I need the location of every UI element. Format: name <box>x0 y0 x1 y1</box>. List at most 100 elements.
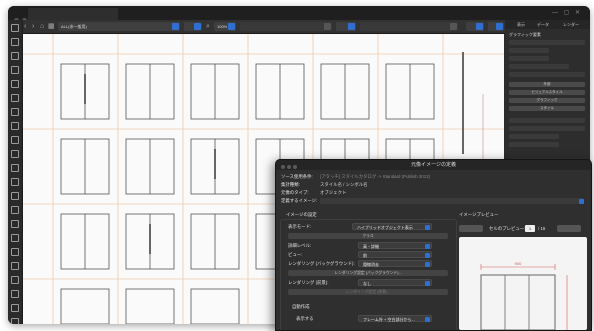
tab-data[interactable]: データ <box>537 22 549 28</box>
settings-heading: イメージの設定 <box>286 212 317 217</box>
chevron-down-icon <box>425 224 430 230</box>
detail-level-select[interactable]: 高・詳細 <box>358 242 432 249</box>
line-tool-icon[interactable] <box>11 290 19 298</box>
back-icon[interactable]: ‹ <box>24 23 31 30</box>
panel-row[interactable] <box>509 40 585 45</box>
panel-button[interactable]: 外部 <box>509 82 585 87</box>
class-button[interactable]: クラス <box>288 233 448 239</box>
rendering-bg-select[interactable]: 隠線消去 <box>358 260 432 267</box>
panel-row[interactable] <box>509 56 549 61</box>
frame-label: 表示する <box>296 316 314 321</box>
zoom-dropdown[interactable]: 100% <box>214 22 236 31</box>
dimension-dropdown[interactable] <box>488 22 504 31</box>
column-tool-icon[interactable] <box>11 66 19 74</box>
image-preview: 900 <box>459 237 587 330</box>
layers-icon[interactable]: ▦ <box>48 23 55 30</box>
label-tool-icon[interactable] <box>11 262 19 270</box>
chevron-down-icon <box>348 23 355 30</box>
arrow-tool-icon[interactable] <box>11 24 19 32</box>
snap-dropdown[interactable] <box>184 22 202 31</box>
home-icon[interactable]: ⌂ <box>40 23 47 30</box>
preview-cell-input[interactable]: 1 <box>525 225 535 232</box>
display-mode-value: ハイブリッドオブジェクト表示 <box>357 225 413 230</box>
window-size-controls[interactable]: — ▢ ✕ <box>552 9 582 16</box>
panel-row[interactable] <box>509 72 585 77</box>
chevron-down-icon <box>324 23 331 30</box>
slab-tool-icon[interactable] <box>11 94 19 102</box>
pen-set-dropdown[interactable] <box>240 22 332 31</box>
panel-tabs: 表示 データ レンダー <box>505 20 590 29</box>
chevron-down-icon <box>425 261 430 267</box>
chevron-down-icon <box>172 23 179 30</box>
fill-tool-icon[interactable] <box>11 276 19 284</box>
dialog-window-controls[interactable] <box>281 163 299 173</box>
layer-dropdown[interactable]: ALL(非一般用) <box>58 22 180 31</box>
dialog-title: 元像イメージの定義 <box>411 162 456 168</box>
door-tool-icon[interactable] <box>11 136 19 144</box>
source-label: ソース使用条件: <box>281 174 313 179</box>
dimension-tool-icon[interactable] <box>11 234 19 242</box>
view-select[interactable]: 前 <box>358 251 432 258</box>
define-image-dropdown[interactable] <box>320 198 584 204</box>
arc-tool-icon[interactable] <box>11 304 19 312</box>
chevron-down-icon <box>579 198 584 204</box>
dialog-title-bar: 元像イメージの定義 <box>276 160 591 170</box>
polyline-tool-icon[interactable] <box>11 318 19 324</box>
chevron-down-icon <box>425 252 430 258</box>
view-option-dropdown[interactable] <box>336 22 356 31</box>
frame-select[interactable]: フレーム外 + 空白部分から... <box>358 315 432 322</box>
define-image-dialog: 元像イメージの定義 ソース使用条件: [アタッチ] スタイルカタログ -> St… <box>275 159 592 331</box>
display-mode-select[interactable]: ハイブリッドオブジェクト表示 <box>352 223 432 230</box>
detail-level-value: 高・詳細 <box>363 244 379 249</box>
stair-tool-icon[interactable] <box>11 164 19 172</box>
preview-elevation: 900 <box>480 261 568 330</box>
kind-value: スタイル名 / シンボル名 <box>320 182 368 187</box>
rendering-fg-select[interactable]: なし <box>358 279 432 286</box>
forward-icon[interactable]: › <box>32 23 39 30</box>
tab-display[interactable]: 表示 <box>517 22 525 28</box>
marquee-tool-icon[interactable] <box>11 38 19 46</box>
rendering-bg-settings-button[interactable]: レンダリング設定 (バックグラウンド)... <box>288 270 448 276</box>
panel-row[interactable] <box>509 126 585 131</box>
rendering-bg-value: 隠線消去 <box>363 262 379 267</box>
object-tool-icon[interactable] <box>11 192 19 200</box>
next-cell-button[interactable] <box>557 225 581 232</box>
magnifier-icon[interactable]: ⌕ <box>206 23 213 30</box>
layer-dropdown-value: ALL(非一般用) <box>61 24 87 29</box>
panel-row[interactable] <box>509 48 549 53</box>
panel-section-title: グラフィック要素 <box>509 32 541 37</box>
tool-palette <box>8 20 23 324</box>
model-view-dropdown[interactable] <box>360 22 458 31</box>
roof-tool-icon[interactable] <box>11 108 19 116</box>
wall-tool-icon[interactable] <box>11 52 19 60</box>
scale-dropdown[interactable] <box>466 22 484 31</box>
display-mode-label: 表示モード: <box>288 224 312 229</box>
view-label: ビュー: <box>288 252 303 257</box>
chevron-down-icon <box>425 280 430 286</box>
shell-tool-icon[interactable] <box>11 122 19 130</box>
prev-cell-button[interactable] <box>459 225 483 232</box>
beam-tool-icon[interactable] <box>11 80 19 88</box>
rendering-fg-settings-button[interactable]: レンダリング設定 (前景)... <box>288 289 448 295</box>
railing-tool-icon[interactable] <box>11 178 19 186</box>
panel-button[interactable]: スタイル <box>509 106 585 111</box>
panel-row[interactable] <box>509 142 559 147</box>
chevron-down-icon <box>194 23 201 30</box>
preview-heading: イメージプレビュー <box>459 212 499 217</box>
preview-cell-total: / 16 <box>538 226 546 231</box>
text-tool-icon[interactable] <box>11 248 19 256</box>
chevron-down-icon <box>450 23 457 30</box>
chevron-down-icon <box>496 23 503 30</box>
panel-row[interactable] <box>509 134 559 139</box>
window-tool-icon[interactable] <box>11 150 19 158</box>
mesh-tool-icon[interactable] <box>11 220 19 228</box>
document-tab[interactable] <box>28 8 118 20</box>
panel-button[interactable]: グラフィック <box>509 98 585 103</box>
preview-dimension-text: 900 <box>515 261 522 266</box>
preview-cell-label: セルのプレビュー: <box>489 226 526 231</box>
panel-row[interactable] <box>509 64 569 69</box>
panel-row[interactable] <box>509 118 585 123</box>
panel-button[interactable]: ビジュアルスタイル <box>509 90 585 95</box>
tab-render[interactable]: レンダー <box>563 22 579 28</box>
zone-tool-icon[interactable] <box>11 206 19 214</box>
